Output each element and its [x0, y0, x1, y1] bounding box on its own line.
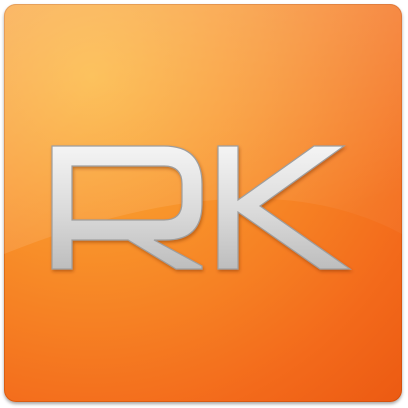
rk-logo [51, 145, 352, 270]
app-icon[interactable] [4, 4, 402, 402]
letter-k [217, 145, 352, 270]
letter-r [51, 145, 203, 270]
